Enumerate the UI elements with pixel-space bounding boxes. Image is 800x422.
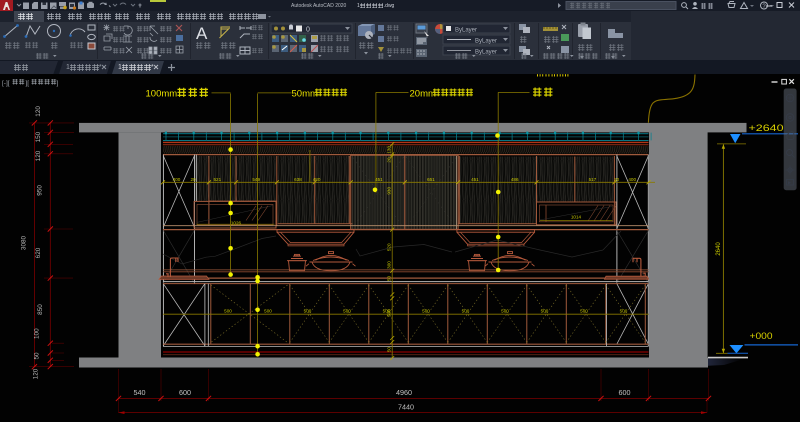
svg-text:20: 20 bbox=[386, 157, 391, 163]
svg-text:3080: 3080 bbox=[21, 235, 28, 250]
svg-text:400: 400 bbox=[173, 177, 181, 182]
svg-text:50: 50 bbox=[386, 276, 391, 282]
svg-text:850: 850 bbox=[37, 304, 44, 315]
svg-text:+2640: +2640 bbox=[749, 123, 784, 134]
svg-text:651: 651 bbox=[427, 177, 435, 182]
svg-text:540: 540 bbox=[134, 388, 146, 397]
svg-text:521: 521 bbox=[213, 177, 221, 182]
svg-text:500: 500 bbox=[264, 309, 272, 314]
svg-text:[-][: [-][ bbox=[2, 80, 10, 87]
svg-text:]: ] bbox=[57, 80, 59, 87]
svg-text:150: 150 bbox=[35, 131, 42, 142]
svg-text:0: 0 bbox=[306, 27, 310, 34]
svg-text:480: 480 bbox=[313, 177, 321, 182]
svg-text:950: 950 bbox=[37, 185, 44, 196]
svg-text:500: 500 bbox=[580, 309, 588, 314]
svg-text:600: 600 bbox=[179, 388, 191, 397]
svg-text:500: 500 bbox=[501, 309, 509, 314]
svg-text:1026: 1026 bbox=[231, 221, 242, 226]
svg-text:130: 130 bbox=[386, 146, 391, 154]
svg-text:300: 300 bbox=[386, 261, 391, 269]
svg-text:500: 500 bbox=[343, 309, 351, 314]
svg-text:1014: 1014 bbox=[571, 215, 582, 220]
svg-text:120: 120 bbox=[35, 106, 42, 117]
svg-text:120: 120 bbox=[35, 150, 42, 161]
svg-text:600: 600 bbox=[619, 388, 631, 397]
svg-text:20mm: 20mm bbox=[410, 89, 436, 100]
svg-text:500: 500 bbox=[304, 309, 312, 314]
svg-text:500: 500 bbox=[422, 309, 430, 314]
svg-text:486: 486 bbox=[511, 177, 519, 182]
svg-text:120: 120 bbox=[33, 368, 40, 379]
svg-text:4960: 4960 bbox=[396, 388, 412, 397]
svg-text:2640: 2640 bbox=[716, 242, 722, 256]
svg-text:500: 500 bbox=[620, 309, 628, 314]
svg-text:400: 400 bbox=[628, 177, 636, 182]
svg-text:A: A bbox=[196, 24, 208, 43]
svg-text:500: 500 bbox=[541, 309, 549, 314]
svg-text:930: 930 bbox=[386, 187, 391, 195]
svg-text:ByLayer: ByLayer bbox=[475, 39, 497, 45]
svg-text:7440: 7440 bbox=[398, 402, 414, 411]
svg-text:500: 500 bbox=[224, 309, 232, 314]
svg-text:50: 50 bbox=[34, 352, 41, 360]
svg-text:20: 20 bbox=[614, 177, 620, 182]
svg-text:549: 549 bbox=[252, 177, 260, 182]
svg-text:451: 451 bbox=[375, 177, 383, 182]
svg-text:50mm: 50mm bbox=[292, 89, 318, 100]
svg-text:500: 500 bbox=[386, 309, 391, 317]
svg-text:+000: +000 bbox=[750, 331, 773, 342]
svg-text:620: 620 bbox=[35, 247, 42, 258]
svg-text:520: 520 bbox=[386, 243, 391, 251]
svg-text:100mm: 100mm bbox=[146, 89, 178, 100]
svg-text:451: 451 bbox=[471, 177, 479, 182]
svg-text:][: ][ bbox=[26, 80, 30, 87]
svg-text:517: 517 bbox=[589, 177, 597, 182]
svg-text:20: 20 bbox=[190, 177, 196, 182]
svg-text:50: 50 bbox=[386, 347, 391, 353]
svg-text:ByLayer: ByLayer bbox=[455, 28, 477, 34]
svg-text:500: 500 bbox=[462, 309, 470, 314]
svg-text:638: 638 bbox=[294, 177, 302, 182]
svg-text:100: 100 bbox=[34, 328, 41, 339]
svg-text:ByLayer: ByLayer bbox=[475, 50, 497, 56]
